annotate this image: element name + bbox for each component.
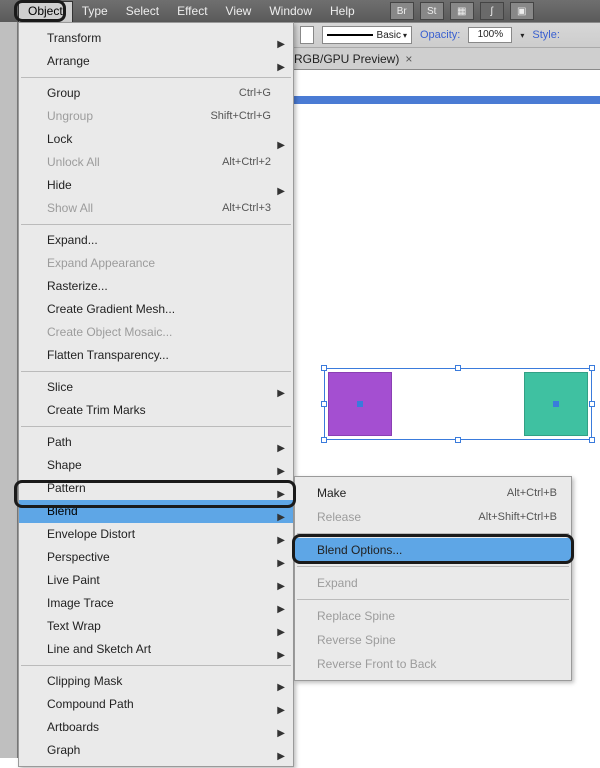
menu-item-path[interactable]: Path▶ xyxy=(19,431,293,454)
menu-item-unlock-all: Unlock AllAlt+Ctrl+2 xyxy=(19,151,293,174)
menu-item-ungroup: UngroupShift+Ctrl+G xyxy=(19,105,293,128)
menu-window[interactable]: Window xyxy=(260,0,321,22)
document-tab[interactable]: (RGB/GPU Preview)× xyxy=(290,52,412,66)
menu-item-artboards[interactable]: Artboards▶ xyxy=(19,716,293,739)
blend-submenu: MakeAlt+Ctrl+BReleaseAlt+Shift+Ctrl+B Ble… xyxy=(294,476,572,681)
menu-item-group[interactable]: GroupCtrl+G xyxy=(19,82,293,105)
menu-item-pattern[interactable]: Pattern▶ xyxy=(19,477,293,500)
menu-item-shape[interactable]: Shape▶ xyxy=(19,454,293,477)
menu-item-live-paint[interactable]: Live Paint▶ xyxy=(19,569,293,592)
menu-item-rasterize-[interactable]: Rasterize... xyxy=(19,275,293,298)
menu-item-image-trace[interactable]: Image Trace▶ xyxy=(19,592,293,615)
selection-box xyxy=(324,368,592,440)
menu-select[interactable]: Select xyxy=(117,0,168,22)
menu-item-graph[interactable]: Graph▶ xyxy=(19,739,293,762)
menu-item-create-trim-marks[interactable]: Create Trim Marks xyxy=(19,399,293,422)
menu-item-text-wrap[interactable]: Text Wrap▶ xyxy=(19,615,293,638)
style-label: Style: xyxy=(532,29,560,41)
submenu-item-make[interactable]: MakeAlt+Ctrl+B xyxy=(295,481,571,505)
menu-item-arrange[interactable]: Arrange▶ xyxy=(19,50,293,73)
menu-item-envelope-distort[interactable]: Envelope Distort▶ xyxy=(19,523,293,546)
menu-item-create-object-mosaic-: Create Object Mosaic... xyxy=(19,321,293,344)
menu-item-slice[interactable]: Slice▶ xyxy=(19,376,293,399)
chevron-right-icon: ▶ xyxy=(277,56,285,79)
chevron-right-icon: ▶ xyxy=(277,644,285,667)
menu-item-create-gradient-mesh-[interactable]: Create Gradient Mesh... xyxy=(19,298,293,321)
menu-item-hide[interactable]: Hide▶ xyxy=(19,174,293,197)
menu-item-lock[interactable]: Lock▶ xyxy=(19,128,293,151)
menu-item-transform[interactable]: Transform▶ xyxy=(19,27,293,50)
chevron-right-icon: ▶ xyxy=(277,745,285,768)
close-icon[interactable]: × xyxy=(405,52,412,66)
menu-item-line-and-sketch-art[interactable]: Line and Sketch Art▶ xyxy=(19,638,293,661)
submenu-item-release: ReleaseAlt+Shift+Ctrl+B xyxy=(295,505,571,529)
menu-item-blend[interactable]: Blend▶ xyxy=(19,500,293,523)
menu-view[interactable]: View xyxy=(217,0,261,22)
menu-effect[interactable]: Effect xyxy=(168,0,216,22)
arrange-icon[interactable]: ▣ xyxy=(510,2,534,20)
brush-stroke-dropdown[interactable]: Basic▾ xyxy=(322,26,412,44)
menu-item-expand-[interactable]: Expand... xyxy=(19,229,293,252)
menu-type[interactable]: Type xyxy=(73,0,117,22)
menu-item-perspective[interactable]: Perspective▶ xyxy=(19,546,293,569)
menu-object[interactable]: Object xyxy=(18,1,73,22)
menu-item-clipping-mask[interactable]: Clipping Mask▶ xyxy=(19,670,293,693)
opacity-field[interactable]: 100% xyxy=(468,27,512,43)
st-icon[interactable]: St xyxy=(420,2,444,20)
object-menu: Transform▶Arrange▶ GroupCtrl+GUngroupShif… xyxy=(18,22,294,767)
menubar: Object Type Select Effect View Window He… xyxy=(0,0,600,22)
menu-item-show-all: Show AllAlt+Ctrl+3 xyxy=(19,197,293,220)
br-icon[interactable]: Br xyxy=(390,2,414,20)
menu-help[interactable]: Help xyxy=(321,0,364,22)
menu-item-flatten-transparency-[interactable]: Flatten Transparency... xyxy=(19,344,293,367)
submenu-item-reverse-spine: Reverse Spine xyxy=(295,628,571,652)
stroke-width-dropdown[interactable] xyxy=(300,26,314,44)
menu-item-expand-appearance: Expand Appearance xyxy=(19,252,293,275)
toolbox xyxy=(0,22,18,758)
submenu-item-replace-spine: Replace Spine xyxy=(295,604,571,628)
submenu-item-reverse-front-to-back: Reverse Front to Back xyxy=(295,652,571,676)
feather-icon[interactable]: ʃ xyxy=(480,2,504,20)
menu-item-compound-path[interactable]: Compound Path▶ xyxy=(19,693,293,716)
panel-icon[interactable]: ▦ xyxy=(450,2,474,20)
submenu-item-blend-options-[interactable]: Blend Options... xyxy=(295,538,571,562)
opacity-label: Opacity: xyxy=(420,29,460,41)
submenu-item-expand: Expand xyxy=(295,571,571,595)
